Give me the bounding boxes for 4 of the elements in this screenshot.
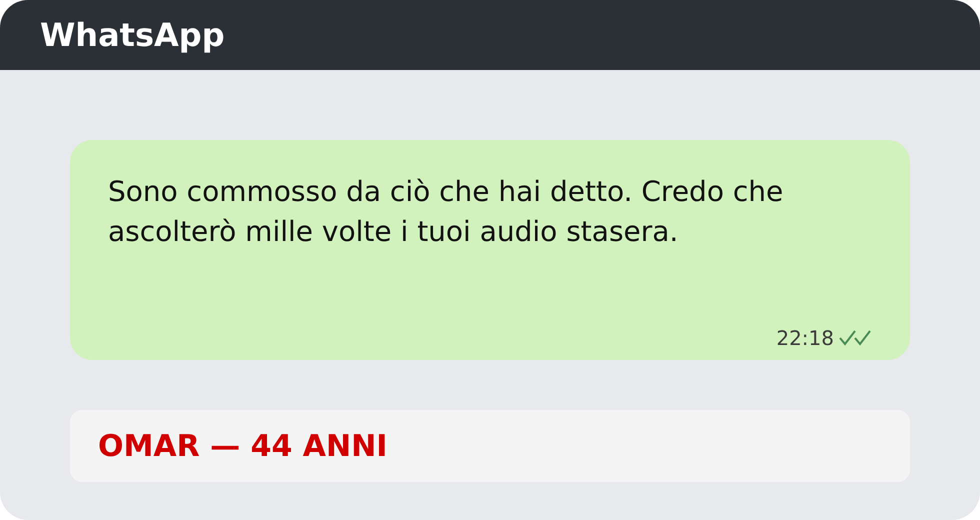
caption-text: OMAR — 44 ANNI <box>98 428 388 464</box>
message-time: 22:18 <box>776 326 834 350</box>
app-title: WhatsApp <box>40 16 225 54</box>
message-text: Sono commosso da ciò che hai detto. Credo che ascolterò mille volte i tuoi audio stasera. <box>108 174 784 250</box>
